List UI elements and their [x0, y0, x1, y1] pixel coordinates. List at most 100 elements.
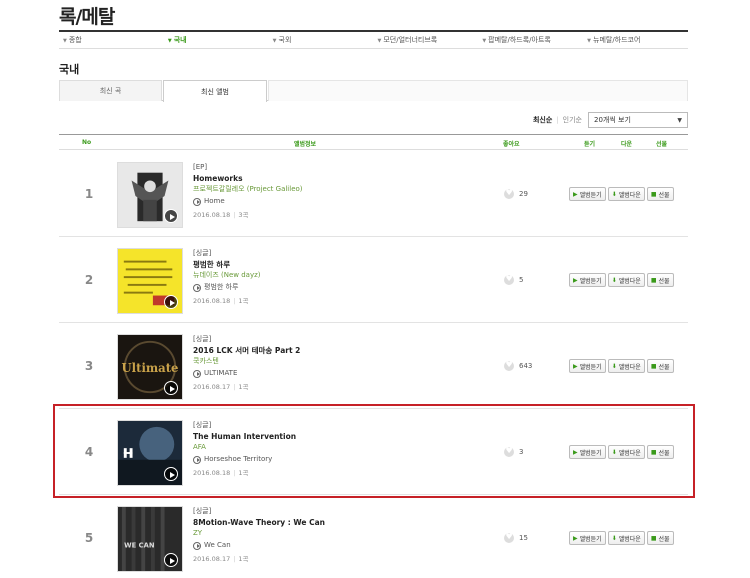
- album-title[interactable]: 평범한 하루: [193, 259, 453, 270]
- sort-bar: 최신순 | 인기순 20개씩 보기 ▼: [533, 112, 688, 128]
- play-icon[interactable]: [164, 381, 178, 395]
- album-row: 3 Ultimate [싱글] 2016 LCK 서머 테마송 Part 2 쿡…: [59, 323, 688, 409]
- track-link[interactable]: Home: [193, 196, 453, 207]
- track-link[interactable]: We Can: [193, 540, 453, 551]
- listen-album-button[interactable]: ▶ 앨범듣기: [569, 531, 606, 545]
- artist-name[interactable]: ZY: [193, 528, 453, 539]
- genre-tab-domestic[interactable]: ▼ 국내: [164, 35, 269, 45]
- like-button[interactable]: 29: [504, 151, 528, 237]
- like-button[interactable]: 3: [504, 409, 523, 495]
- release-date: 2016.08.17: [193, 383, 231, 391]
- col-album-info: 앨범정보: [294, 141, 317, 148]
- release-date: 2016.08.18: [193, 469, 231, 477]
- heart-icon: [504, 532, 514, 543]
- table-header: No 앨범정보 좋아요 듣기 다운 선물: [59, 134, 688, 150]
- gift-icon: ■: [650, 534, 657, 542]
- release-date: 2016.08.18: [193, 297, 231, 305]
- track-count: 1곡: [238, 297, 249, 305]
- page-title: 록/메탈: [59, 6, 115, 28]
- gift-button[interactable]: ■ 선물: [646, 187, 674, 201]
- row-number: 3: [84, 359, 94, 373]
- track-link[interactable]: 평범한 하루: [193, 282, 453, 293]
- play-circle-icon: [193, 283, 201, 292]
- track-link[interactable]: ULTIMATE: [193, 368, 453, 379]
- tab-latest-songs[interactable]: 최신 곡: [59, 80, 162, 101]
- play-icon: ▶: [573, 448, 578, 456]
- album-cover[interactable]: [117, 162, 183, 228]
- track-count: 1곡: [238, 555, 249, 563]
- heart-icon: [504, 360, 514, 371]
- track-link[interactable]: Horseshoe Territory: [193, 454, 453, 465]
- heart-icon: [504, 274, 514, 285]
- listen-album-button[interactable]: ▶ 앨범듣기: [569, 445, 606, 459]
- bullet-icon: ▼: [272, 38, 277, 44]
- album-title[interactable]: 8Motion-Wave Theory : We Can: [193, 517, 453, 528]
- gift-button[interactable]: ■ 선물: [646, 445, 674, 459]
- album-row: 5 WE CAN [싱글] 8Motion-Wave Theory : We C…: [59, 495, 688, 578]
- bullet-icon: ▼: [63, 38, 67, 44]
- genre-tab-numetal[interactable]: ▼ 뉴메탈/하드코어: [583, 35, 688, 45]
- album-title[interactable]: Homeworks: [193, 173, 453, 184]
- play-icon: ▶: [573, 190, 578, 198]
- gift-button[interactable]: ■ 선물: [646, 531, 674, 545]
- play-icon[interactable]: [164, 295, 178, 309]
- cover-text-ultimate: Ultimate: [122, 361, 179, 375]
- listen-album-button[interactable]: ▶ 앨범듣기: [569, 359, 606, 373]
- play-circle-icon: [193, 197, 201, 206]
- artist-name[interactable]: AFA: [193, 442, 453, 453]
- sort-newest[interactable]: 최신순: [533, 115, 552, 125]
- like-button[interactable]: 15: [504, 495, 528, 578]
- album-cover[interactable]: [117, 420, 183, 486]
- album-cover[interactable]: WE CAN: [117, 506, 183, 572]
- like-button[interactable]: 5: [504, 237, 523, 323]
- genre-nav: ▼ 종합 ▼ 국내 ▼ 국외 ▼ 모던/얼터너티브록 ▼ 팝메탈/하드록/아트록 ▼ 뉴메탈…: [59, 30, 688, 49]
- play-icon: ▶: [573, 534, 578, 542]
- gift-button[interactable]: ■ 선물: [646, 359, 674, 373]
- like-button[interactable]: 643: [504, 323, 532, 409]
- download-icon: ⬇: [611, 448, 617, 456]
- meta-divider: |: [233, 297, 236, 305]
- chevron-down-icon: ▼: [677, 116, 682, 124]
- album-type: [EP]: [193, 163, 208, 171]
- play-circle-icon: [193, 455, 201, 464]
- album-row: 1 [EP] Homeworks 프로젝트갈릴레오 (Project Galil…: [59, 151, 688, 237]
- download-album-button[interactable]: ⬇ 앨범다운: [607, 273, 645, 287]
- album-cover[interactable]: [117, 248, 183, 314]
- release-date: 2016.08.17: [193, 555, 231, 563]
- row-number: 5: [84, 531, 94, 545]
- download-album-button[interactable]: ⬇ 앨범다운: [607, 531, 645, 545]
- view-count-select[interactable]: 20개씩 보기 ▼: [588, 112, 688, 128]
- play-icon[interactable]: [164, 209, 178, 223]
- genre-tab-overseas[interactable]: ▼ 국외: [269, 35, 374, 45]
- col-download: 다운: [621, 141, 633, 148]
- tab-bar-filler: [268, 80, 688, 101]
- artist-name[interactable]: 쿡카스텐: [193, 356, 453, 367]
- album-title[interactable]: The Human Intervention: [193, 431, 453, 442]
- play-icon[interactable]: [164, 467, 178, 481]
- sort-popular[interactable]: 인기순: [563, 115, 582, 125]
- download-icon: ⬇: [611, 534, 617, 542]
- artist-name[interactable]: 뉴데이즈 (New dayz): [193, 270, 453, 281]
- genre-tab-popmetal[interactable]: ▼ 팝메탈/하드록/아트록: [478, 35, 583, 45]
- listen-album-button[interactable]: ▶ 앨범듣기: [569, 187, 606, 201]
- download-album-button[interactable]: ⬇ 앨범다운: [607, 359, 645, 373]
- col-gift: 선물: [656, 141, 668, 148]
- gift-button[interactable]: ■ 선물: [646, 273, 674, 287]
- play-circle-icon: [193, 369, 201, 378]
- download-album-button[interactable]: ⬇ 앨범다운: [607, 445, 645, 459]
- play-icon[interactable]: [164, 553, 178, 567]
- album-cover[interactable]: Ultimate: [117, 334, 183, 400]
- meta-divider: |: [233, 555, 236, 563]
- genre-tab-all[interactable]: ▼ 종합: [59, 35, 164, 45]
- album-title[interactable]: 2016 LCK 서머 테마송 Part 2: [193, 345, 453, 356]
- download-album-button[interactable]: ⬇ 앨범다운: [607, 187, 645, 201]
- artist-name[interactable]: 프로젝트갈릴레오 (Project Galileo): [193, 184, 453, 195]
- genre-tab-modern-alt[interactable]: ▼ 모던/얼터너티브록: [373, 35, 478, 45]
- tab-latest-albums[interactable]: 최신 앨범: [163, 80, 267, 102]
- track-count: 3곡: [238, 211, 249, 219]
- col-no: No: [82, 139, 92, 146]
- album-row: 2 [싱글] 평범한 하루 뉴데이즈 (New dayz) 평범한 하루 201…: [59, 237, 688, 323]
- bullet-icon: ▼: [587, 38, 591, 44]
- listen-album-button[interactable]: ▶ 앨범듣기: [569, 273, 606, 287]
- gift-icon: ■: [650, 362, 657, 370]
